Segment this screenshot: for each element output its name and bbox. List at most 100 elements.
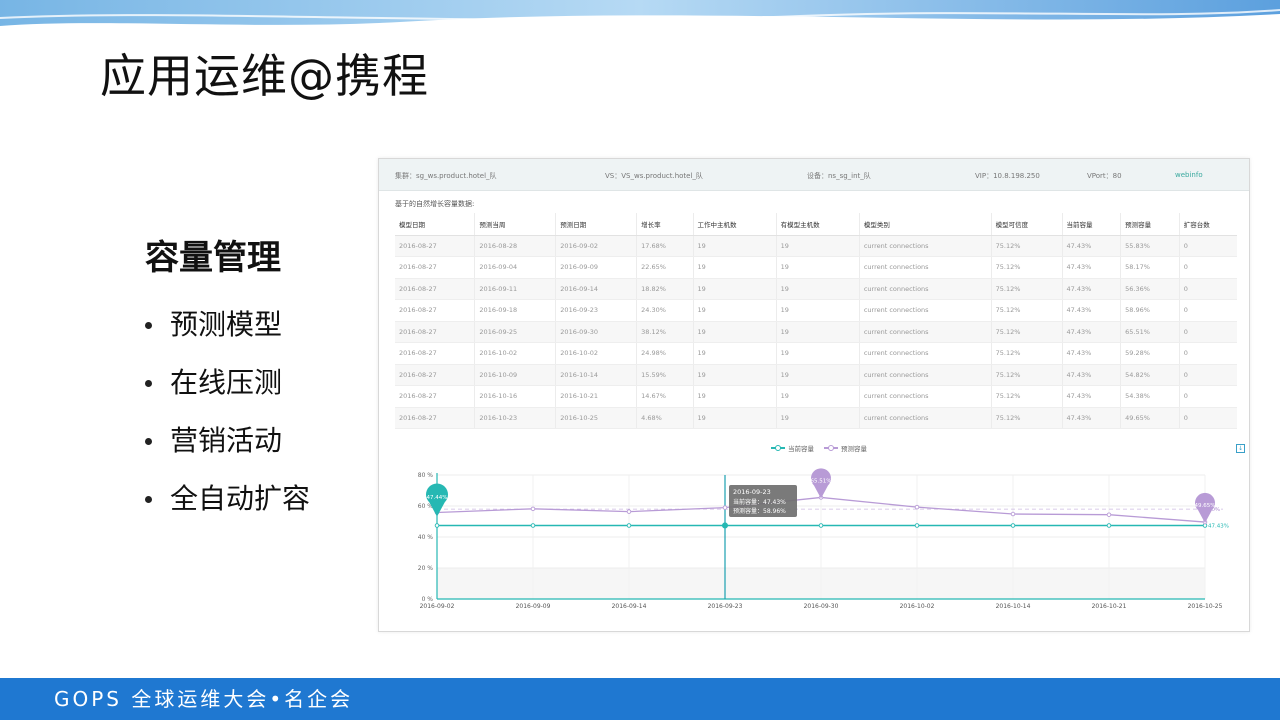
- table-cell: 0: [1178, 407, 1237, 429]
- table-row[interactable]: 2016-08-27 2016-10-16 2016-10-21 14.67% 19 19…: [395, 385, 1237, 408]
- table-cell: 75.12%: [990, 235, 1063, 257]
- bullet-item: 预测模型: [145, 296, 310, 354]
- table-cell: current connections: [858, 256, 992, 279]
- table-cell: 19: [775, 235, 860, 257]
- table-cell: 2016-08-27: [395, 342, 475, 365]
- column-header[interactable]: 工作中主机数: [692, 213, 777, 236]
- legend-item-current[interactable]: 当前容量: [771, 443, 814, 453]
- y-tick-label: 80 %: [418, 472, 434, 479]
- y-tick-label: 40 %: [418, 534, 434, 541]
- table-cell: 24.30%: [636, 299, 693, 322]
- table-cell: 0: [1178, 256, 1237, 279]
- table-caption: 基于的自然增长容量数据:: [395, 200, 475, 208]
- table-cell: 19: [775, 321, 860, 343]
- table-cell: current connections: [858, 364, 992, 386]
- table-cell: 19: [692, 321, 777, 343]
- table-cell: current connections: [858, 299, 992, 322]
- device-info: 设备：ns_sg_int_队: [807, 172, 871, 180]
- table-cell: 2016-10-14: [555, 364, 637, 386]
- table-row[interactable]: 2016-08-27 2016-10-02 2016-10-02 24.98% 19 19…: [395, 342, 1237, 365]
- chart-legend: 当前容量 预测容量: [771, 443, 867, 453]
- table-cell: 75.12%: [990, 321, 1063, 343]
- table-cell: 75.12%: [990, 364, 1063, 386]
- table-cell: 2016-08-27: [395, 256, 475, 279]
- column-header[interactable]: 预测当周: [474, 213, 556, 236]
- table-row[interactable]: 2016-08-27 2016-10-23 2016-10-25 4.68% 19 19 c…: [395, 407, 1237, 429]
- table-cell: 49.65%: [1120, 407, 1180, 429]
- data-point: [1010, 523, 1016, 528]
- table-cell: 19: [692, 364, 777, 386]
- table-cell: 56.36%: [1120, 278, 1180, 300]
- table-cell: 47.43%: [1061, 299, 1121, 322]
- vip-info: VIP：10.8.198.250: [975, 172, 1040, 180]
- bullet-dot-icon: [145, 321, 152, 329]
- table-row[interactable]: 2016-08-27 2016-09-11 2016-09-14 18.82% 19 19…: [395, 278, 1237, 300]
- table-row[interactable]: 2016-08-27 2016-09-25 2016-09-30 38.12% 19 19…: [395, 321, 1237, 343]
- table-cell: 0: [1178, 278, 1237, 300]
- slide-title: 应用运维@携程: [100, 49, 429, 103]
- table-cell: 0: [1178, 385, 1237, 408]
- tooltip-forecast: 预测容量：58.96%: [733, 507, 786, 515]
- table-cell: 14.67%: [636, 385, 693, 408]
- table-cell: 19: [775, 256, 860, 279]
- table-cell: 19: [775, 364, 860, 386]
- table-cell: 2016-10-02: [555, 342, 637, 365]
- legend-swatch-icon: [824, 445, 838, 451]
- x-tick-label: 2016-09-23: [708, 603, 743, 610]
- column-header[interactable]: 有模型主机数: [775, 213, 860, 236]
- data-point: [722, 505, 728, 510]
- bullet-text: 全自动扩容: [170, 482, 311, 515]
- download-icon[interactable]: ↓: [1236, 444, 1245, 453]
- table-row[interactable]: 2016-08-27 2016-08-28 2016-09-02 17.68% 19 19…: [395, 235, 1237, 257]
- table-cell: 19: [775, 385, 860, 408]
- table-cell: 0: [1178, 235, 1237, 257]
- column-header[interactable]: 当前容量: [1061, 213, 1121, 236]
- table-cell: 18.82%: [636, 278, 693, 300]
- table-cell: 54.38%: [1120, 385, 1180, 408]
- column-header[interactable]: 增长率: [636, 213, 693, 236]
- webinfo-link[interactable]: webinfo: [1175, 171, 1203, 179]
- table-cell: 47.43%: [1061, 256, 1121, 279]
- table-cell: 2016-09-11: [474, 278, 556, 300]
- data-point: [1010, 511, 1016, 517]
- table-row[interactable]: 2016-08-27 2016-10-09 2016-10-14 15.59% 19 19…: [395, 364, 1237, 386]
- column-header[interactable]: 预测日期: [555, 213, 637, 236]
- legend-label: 当前容量: [788, 445, 814, 453]
- data-point: [626, 523, 632, 528]
- tooltip-current: 当前容量：47.43%: [733, 498, 786, 506]
- column-header[interactable]: 模型类别: [858, 213, 992, 236]
- table-cell: 22.65%: [636, 256, 693, 279]
- table-cell: 2016-09-25: [474, 321, 556, 343]
- x-tick-label: 2016-09-14: [612, 603, 647, 610]
- table-cell: 19: [775, 278, 860, 300]
- table-cell: 75.12%: [990, 299, 1063, 322]
- bullet-dot-icon: [145, 379, 152, 387]
- table-cell: 2016-08-27: [395, 364, 475, 386]
- table-cell: 2016-09-02: [555, 235, 637, 257]
- bullet-item: 在线压测: [145, 354, 310, 412]
- table-cell: 54.82%: [1120, 364, 1180, 386]
- data-point: [914, 523, 920, 528]
- table-cell: 2016-08-28: [474, 235, 556, 257]
- column-header[interactable]: 模型可信度: [990, 213, 1063, 236]
- column-header[interactable]: 模型日期: [395, 213, 475, 236]
- table-cell: 19: [775, 299, 860, 322]
- info-bar: 集群：sg_ws.product.hotel_队 VS：VS_ws.produc…: [379, 159, 1249, 191]
- bullet-dot-icon: [145, 495, 152, 503]
- table-cell: current connections: [858, 235, 992, 257]
- data-point: [1106, 523, 1112, 528]
- column-header[interactable]: 预测容量: [1120, 213, 1180, 236]
- data-point: [818, 523, 824, 528]
- table-cell: 2016-10-02: [474, 342, 556, 365]
- legend-item-forecast[interactable]: 预测容量: [824, 443, 867, 453]
- column-header[interactable]: 扩容台数: [1178, 213, 1237, 236]
- table-cell: 0: [1178, 321, 1237, 343]
- table-cell: 47.43%: [1061, 364, 1121, 386]
- table-cell: 59.28%: [1120, 342, 1180, 365]
- table-cell: 0: [1178, 299, 1237, 322]
- bullet-item: 营销活动: [145, 412, 310, 470]
- table-row[interactable]: 2016-08-27 2016-09-18 2016-09-23 24.30% 19 19…: [395, 299, 1237, 322]
- table-row[interactable]: 2016-08-27 2016-09-04 2016-09-09 22.65% 19 19…: [395, 256, 1237, 279]
- table-cell: 65.51%: [1120, 321, 1180, 343]
- table-cell: current connections: [858, 278, 992, 300]
